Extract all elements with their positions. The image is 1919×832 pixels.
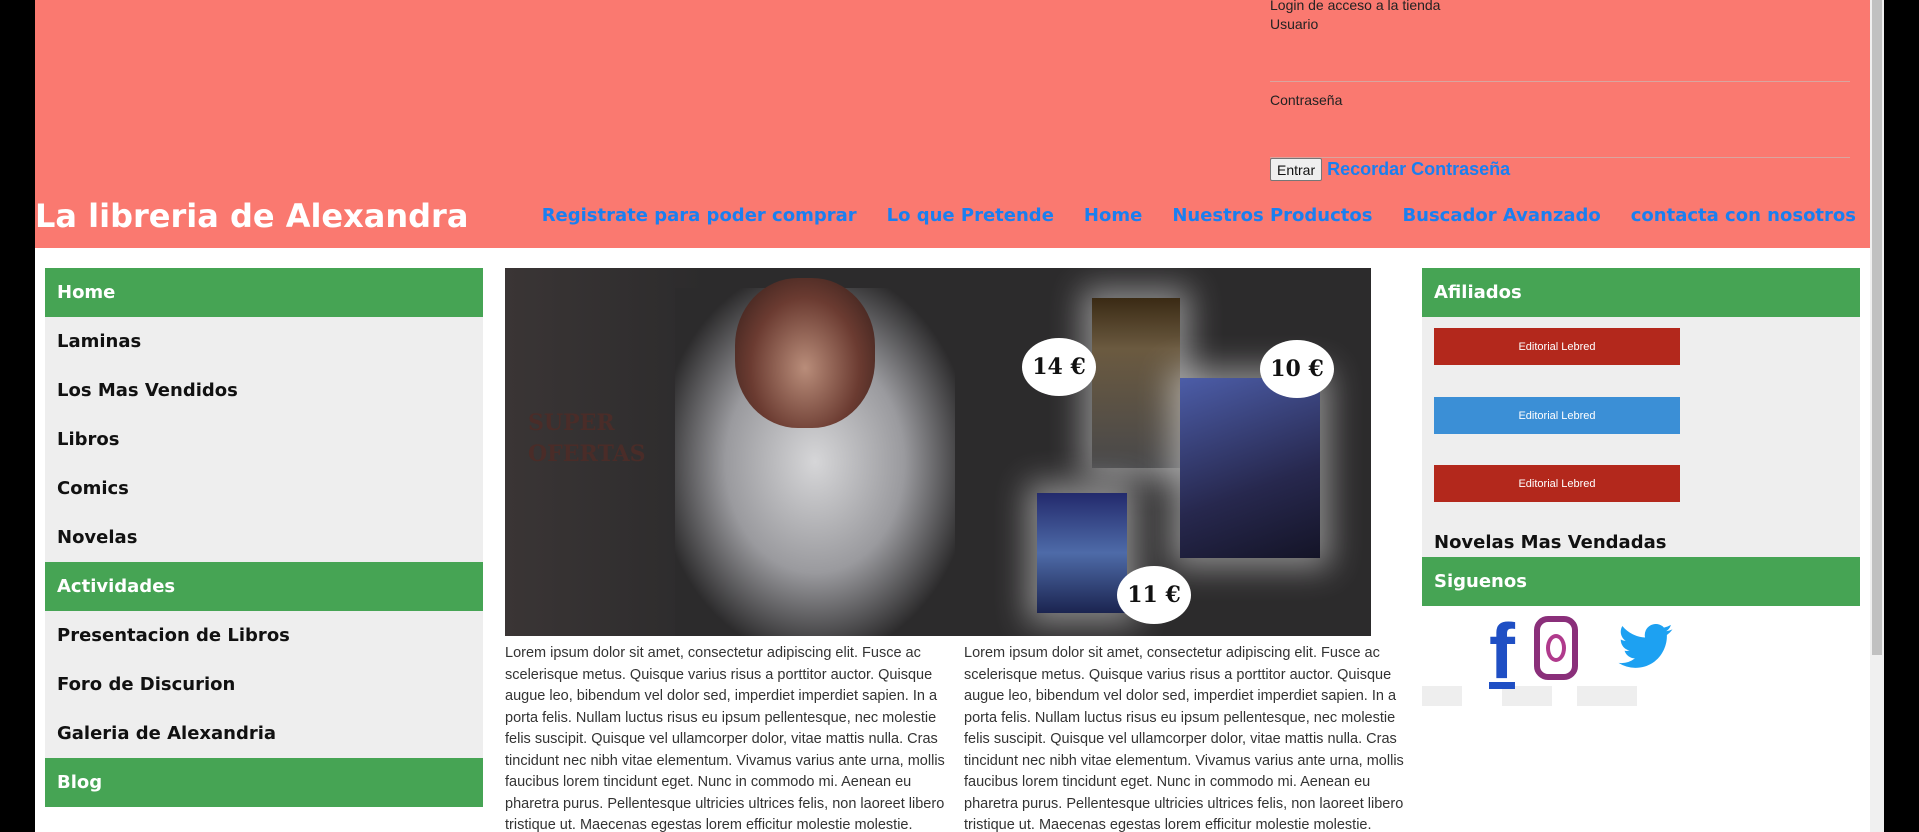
book-cover-2 bbox=[1180, 378, 1320, 558]
remember-password-link[interactable]: Recordar Contraseña bbox=[1327, 159, 1510, 180]
nav-advanced-search[interactable]: Buscador Avanzado bbox=[1402, 205, 1600, 226]
nav-contact[interactable]: contacta con nosotros bbox=[1631, 205, 1856, 226]
enter-button[interactable]: Entrar bbox=[1270, 158, 1323, 181]
price-badge-14: 14 € bbox=[1022, 338, 1096, 396]
nav-register[interactable]: Registrate para poder comprar bbox=[542, 205, 857, 226]
facebook-icon[interactable]: f bbox=[1477, 612, 1527, 690]
left-sidebar: Home Laminas Los Mas Vendidos Libros Com… bbox=[45, 268, 483, 807]
password-label: Contraseña bbox=[1270, 92, 1343, 108]
content-column-1: Lorem ipsum dolor sit amet, consectetur … bbox=[505, 645, 945, 832]
sidebar-item-forum[interactable]: Foro de Discurion bbox=[45, 660, 483, 709]
icon-shadow bbox=[1577, 686, 1637, 706]
nav-products[interactable]: Nuestros Productos bbox=[1172, 205, 1372, 226]
affiliate-button-3[interactable]: Editorial Lebred bbox=[1434, 465, 1680, 502]
book-cover-3 bbox=[1037, 493, 1127, 613]
sidebar-item-comics[interactable]: Comics bbox=[45, 464, 483, 513]
icon-shadow bbox=[1422, 686, 1462, 706]
sidebar-item-gallery[interactable]: Galeria de Alexandria bbox=[45, 709, 483, 758]
page: Login de acceso a la tienda Usuario Cont… bbox=[35, 0, 1870, 832]
affiliates-box: Editorial Lebred Editorial Lebred Editor… bbox=[1422, 317, 1860, 557]
login-title: Login de acceso a la tienda bbox=[1270, 0, 1441, 13]
affiliates-heading: Afiliados bbox=[1422, 268, 1860, 317]
username-input[interactable] bbox=[1270, 62, 1850, 82]
banner-figure-head bbox=[735, 278, 875, 428]
scrollbar[interactable] bbox=[1870, 0, 1884, 832]
affiliate-button-1[interactable]: Editorial Lebred bbox=[1434, 328, 1680, 365]
sidebar-item-laminas[interactable]: Laminas bbox=[45, 317, 483, 366]
instagram-lens bbox=[1546, 634, 1566, 662]
login-actions: Entrar Recordar Contraseña bbox=[1270, 158, 1510, 181]
password-input[interactable] bbox=[1270, 138, 1850, 158]
sidebar-item-book-presentations[interactable]: Presentacion de Libros bbox=[45, 611, 483, 660]
sidebar-item-blog[interactable]: Blog bbox=[45, 758, 483, 807]
nav-purpose[interactable]: Lo que Pretende bbox=[887, 205, 1054, 226]
social-links: f bbox=[1422, 606, 1860, 726]
offers-banner[interactable]: SUPER OFERTAS 14 € 10 € 11 € bbox=[505, 268, 1371, 636]
content-column-2: Lorem ipsum dolor sit amet, consectetur … bbox=[964, 645, 1404, 832]
follow-heading: Siguenos bbox=[1422, 557, 1860, 606]
banner-title: SUPER OFERTAS bbox=[528, 408, 646, 470]
login-panel: Login de acceso a la tienda Usuario Cont… bbox=[1270, 0, 1850, 181]
twitter-icon[interactable] bbox=[1618, 624, 1673, 669]
scrollbar-thumb[interactable] bbox=[1872, 0, 1882, 655]
bestsellers-heading: Novelas Mas Vendadas bbox=[1434, 532, 1667, 553]
sidebar-item-books[interactable]: Libros bbox=[45, 415, 483, 464]
top-nav: Registrate para poder comprar Lo que Pre… bbox=[542, 205, 1856, 226]
twitter-bird bbox=[1618, 624, 1673, 668]
sidebar-item-bestsellers[interactable]: Los Mas Vendidos bbox=[45, 366, 483, 415]
price-badge-10: 10 € bbox=[1260, 340, 1334, 398]
book-cover-1 bbox=[1092, 298, 1180, 468]
site-title: La libreria de Alexandra bbox=[35, 197, 469, 235]
price-badge-11: 11 € bbox=[1117, 566, 1191, 624]
sidebar-item-activities[interactable]: Actividades bbox=[45, 562, 483, 611]
right-sidebar: Afiliados Editorial Lebred Editorial Leb… bbox=[1422, 268, 1860, 726]
username-label: Usuario bbox=[1270, 16, 1319, 32]
sidebar-item-home[interactable]: Home bbox=[45, 268, 483, 317]
banner-title-line2: OFERTAS bbox=[528, 441, 646, 467]
sidebar-item-novels[interactable]: Novelas bbox=[45, 513, 483, 562]
banner-title-line1: SUPER bbox=[528, 410, 615, 436]
affiliate-button-2[interactable]: Editorial Lebred bbox=[1434, 397, 1680, 434]
header-top: Login de acceso a la tienda Usuario Cont… bbox=[35, 0, 1870, 185]
nav-home[interactable]: Home bbox=[1084, 205, 1142, 226]
instagram-icon[interactable] bbox=[1534, 616, 1578, 680]
